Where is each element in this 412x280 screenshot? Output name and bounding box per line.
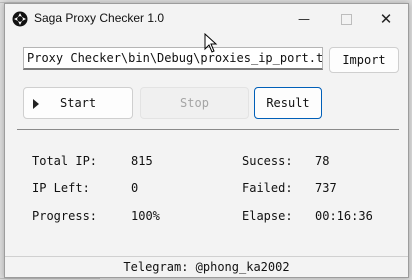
success-label: Sucess: <box>242 154 293 168</box>
telegram-contact: Telegram: @phong_ka2002 <box>123 260 290 274</box>
maximize-icon <box>340 13 352 25</box>
window-title: Saga Proxy Checker 1.0 <box>34 11 165 25</box>
background-line <box>0 278 100 279</box>
total-ip-value: 815 <box>131 154 153 168</box>
maximize-button[interactable] <box>325 4 367 34</box>
result-button[interactable]: Result <box>254 87 322 119</box>
progress-value: 100% <box>131 209 160 223</box>
minimize-button[interactable]: — <box>283 4 325 34</box>
close-icon: ✕ <box>379 10 393 28</box>
stop-button[interactable]: Stop <box>140 87 249 119</box>
elapse-label: Elapse: <box>242 209 293 223</box>
elapse-value: 00:16:36 <box>315 209 373 223</box>
total-ip-label: Total IP: <box>32 154 98 168</box>
failed-label: Failed: <box>242 181 293 195</box>
success-value: 78 <box>315 154 330 168</box>
ip-left-label: IP Left: <box>32 181 90 195</box>
app-logo-icon <box>12 11 28 27</box>
ip-left-value: 0 <box>131 181 139 195</box>
file-path-field[interactable]: Proxy Checker\bin\Debug\proxies_ip_port.… <box>23 47 323 70</box>
start-label: Start <box>60 96 97 110</box>
progress-label: Progress: <box>32 209 98 223</box>
mouse-cursor-icon <box>204 33 218 53</box>
title-bar[interactable]: Saga Proxy Checker 1.0 — ✕ <box>5 4 408 34</box>
minimize-icon: — <box>298 12 310 26</box>
start-button[interactable]: Start <box>23 87 133 119</box>
divider <box>17 129 399 130</box>
import-button[interactable]: Import <box>329 47 399 73</box>
failed-value: 737 <box>315 181 337 195</box>
play-icon <box>33 99 39 109</box>
close-button[interactable]: ✕ <box>365 4 407 34</box>
status-bar: Telegram: @phong_ka2002 <box>5 256 408 278</box>
